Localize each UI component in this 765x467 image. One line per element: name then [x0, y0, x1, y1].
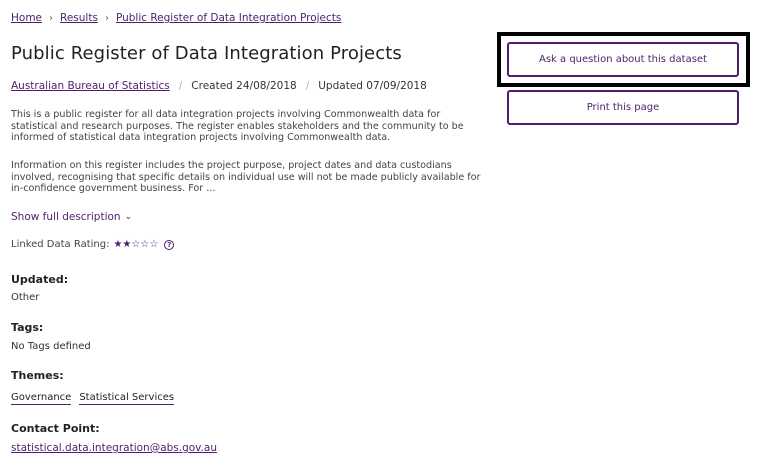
- breadcrumb-home[interactable]: Home: [11, 12, 42, 24]
- contact-label: Contact Point:: [11, 422, 100, 435]
- page-title: Public Register of Data Integration Proj…: [11, 43, 402, 64]
- linked-data-rating: Linked Data Rating: ★★☆☆☆ ?: [11, 239, 175, 250]
- description-paragraph: Information on this register includes th…: [11, 160, 481, 195]
- breadcrumb-results[interactable]: Results: [60, 12, 98, 24]
- show-full-description-label: Show full description: [11, 211, 121, 223]
- rating-label: Linked Data Rating:: [11, 239, 110, 250]
- theme-tag-statistical-services[interactable]: Statistical Services: [79, 392, 175, 405]
- updated-date: Updated 07/09/2018: [318, 80, 427, 92]
- updated-label: Updated:: [11, 273, 69, 286]
- star-rating-icon: ★★☆☆☆: [113, 239, 159, 250]
- breadcrumb-separator: ›: [104, 12, 109, 24]
- chevron-down-icon: ⌄: [124, 212, 133, 222]
- tags-label: Tags:: [11, 321, 44, 334]
- themes-list: Governance Statistical Services: [11, 392, 175, 405]
- publisher-link[interactable]: Australian Bureau of Statistics: [11, 80, 170, 92]
- tags-value: No Tags defined: [11, 341, 91, 352]
- breadcrumb-current[interactable]: Public Register of Data Integration Proj…: [116, 12, 341, 24]
- updated-value: Other: [11, 292, 40, 303]
- theme-tag-governance[interactable]: Governance: [11, 392, 72, 405]
- created-date: Created 24/08/2018: [191, 80, 297, 92]
- print-page-button[interactable]: Print this page: [507, 90, 739, 125]
- meta-separator: /: [305, 80, 310, 92]
- breadcrumb: Home › Results › Public Register of Data…: [11, 12, 341, 24]
- themes-label: Themes:: [11, 369, 64, 382]
- show-full-description-toggle[interactable]: Show full description ⌄: [11, 211, 132, 223]
- ask-question-button[interactable]: Ask a question about this dataset: [507, 42, 739, 77]
- breadcrumb-separator: ›: [49, 12, 54, 24]
- meta-separator: /: [178, 80, 183, 92]
- help-icon[interactable]: ?: [164, 239, 175, 250]
- dataset-meta: Australian Bureau of Statistics / Create…: [11, 80, 427, 92]
- contact-email-link[interactable]: statistical.data.integration@abs.gov.au: [11, 442, 217, 454]
- description-paragraph: This is a public register for all data i…: [11, 109, 464, 144]
